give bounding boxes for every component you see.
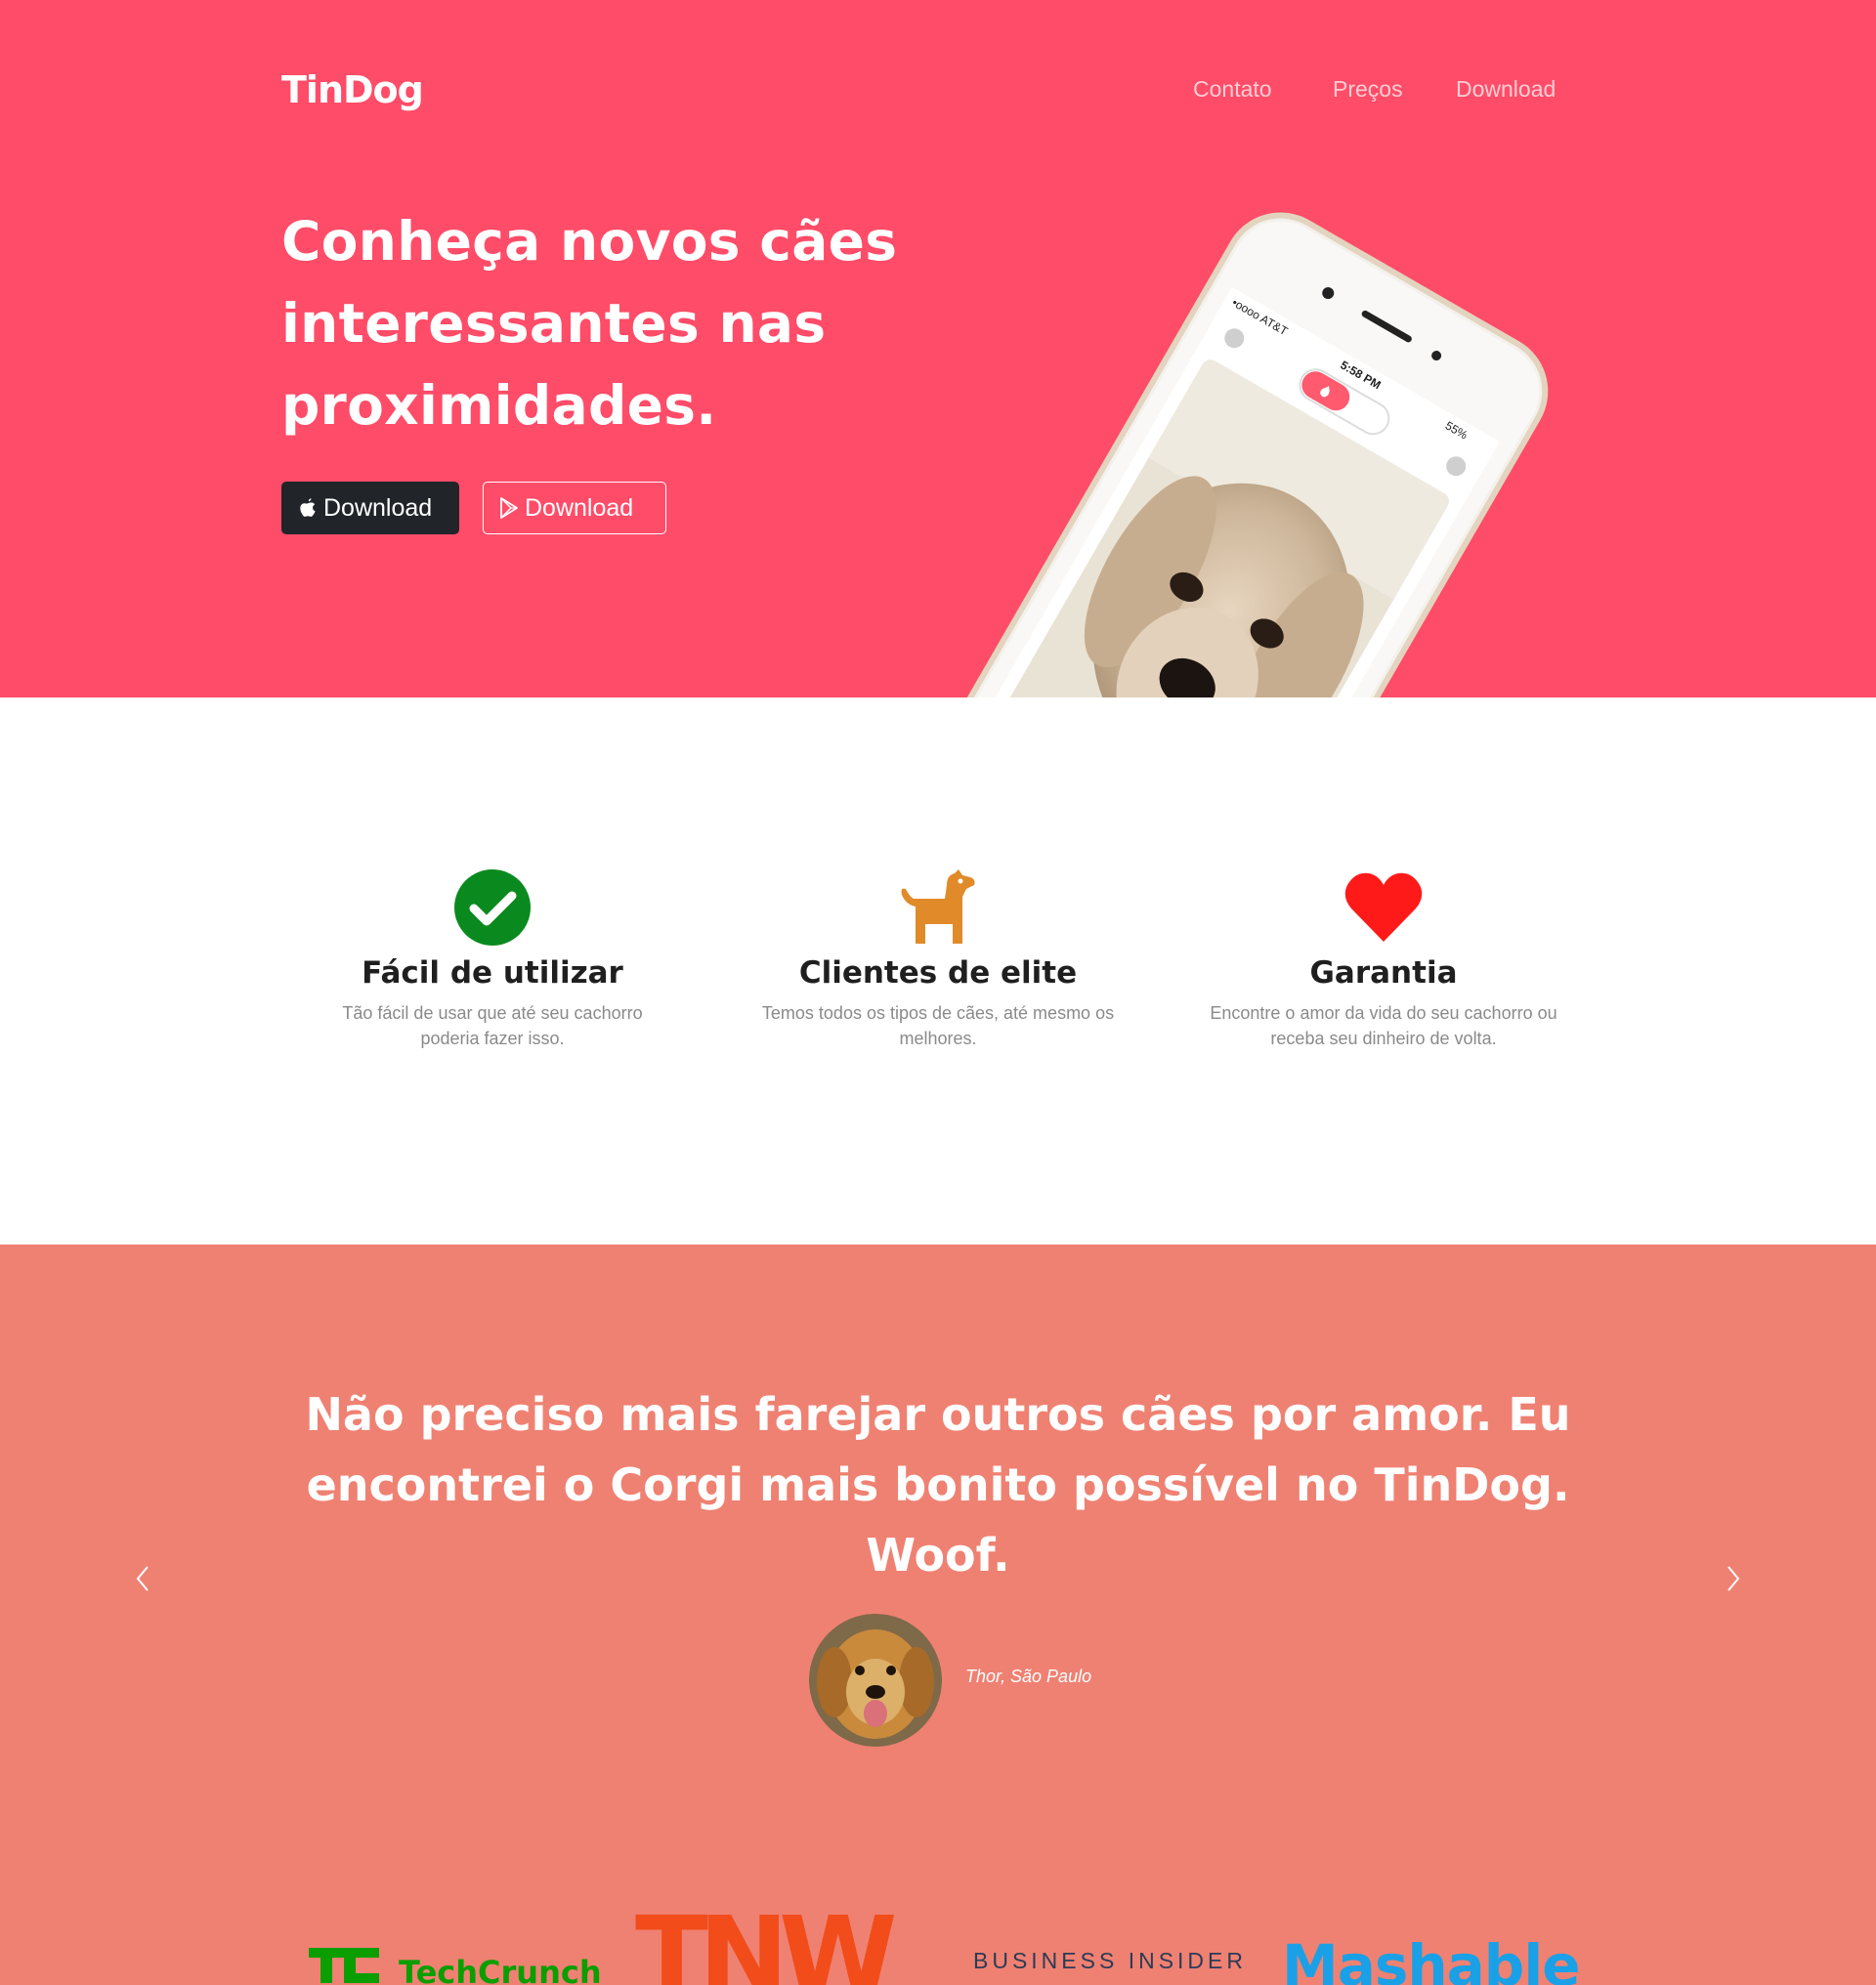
play-store-download-button[interactable]: Download [483, 482, 666, 534]
features-section: Fácil de utilizar Tão fácil de usar que … [0, 697, 1876, 1245]
testimonial-quote: Não preciso mais farejar outros cães por… [305, 1388, 1571, 1582]
hero-title: Conheça novos cães interessantes nas pro… [281, 210, 898, 437]
feature-title: Garantia [1309, 955, 1458, 991]
svg-text:TNW: TNW [635, 1897, 894, 1985]
google-play-icon [500, 497, 518, 519]
apple-download-button[interactable]: Download [281, 482, 459, 534]
svg-text:TechCrunch: TechCrunch [399, 1954, 602, 1985]
tnw-logo: TNW [635, 1897, 904, 1985]
carousel-next-icon[interactable] [1715, 1549, 1754, 1608]
apple-download-label: Download [323, 493, 433, 522]
testimonial-avatar [809, 1614, 942, 1747]
feature-easy: Fácil de utilizar Tão fácil de usar que … [297, 867, 688, 1051]
check-circle-icon [454, 869, 531, 946]
feature-text: Tão fácil de usar que até seu cachorro p… [342, 1003, 643, 1048]
apple-icon [300, 498, 316, 517]
top-nav: Contato Preços Download [0, 76, 1876, 106]
testimonial-author: Thor, São Paulo [965, 1667, 1092, 1686]
hero-section: TinDog Contato Preços Download Conheça n… [0, 0, 1876, 697]
business-insider-logo: BUSINESS INSIDER [973, 1948, 1247, 1973]
feature-elite: Clientes de elite Temos todos os tipos d… [743, 867, 1133, 1051]
feature-title: Clientes de elite [798, 955, 1078, 991]
testimonial-section: Não preciso mais farejar outros cães por… [0, 1245, 1876, 1985]
nav-link-download[interactable]: Download [1456, 76, 1556, 103]
nav-link-precos[interactable]: Preços [1333, 76, 1403, 103]
techcrunch-logo: TechCrunch [309, 1948, 602, 1985]
feature-title: Fácil de utilizar [362, 955, 623, 991]
phone-mockup: •oooo AT&T 5:58 PM 55% [938, 212, 1549, 697]
dog-icon [901, 869, 975, 944]
heart-icon [1344, 872, 1423, 942]
nav-link-contato[interactable]: Contato [1193, 76, 1272, 103]
play-download-label: Download [525, 493, 634, 522]
feature-text: Temos todos os tipos de cães, até mesmo … [761, 1003, 1115, 1048]
mashable-logo: Mashable [1282, 1932, 1581, 1985]
carousel-prev-icon[interactable] [122, 1549, 161, 1608]
feature-text: Encontre o amor da vida do seu cachorro … [1210, 1003, 1557, 1048]
feature-guarantee: Garantia Encontre o amor da vida do seu … [1188, 867, 1579, 1051]
press-logos: TechCrunch TNW BUSINESS INSIDER Mashable [0, 1897, 1876, 1985]
